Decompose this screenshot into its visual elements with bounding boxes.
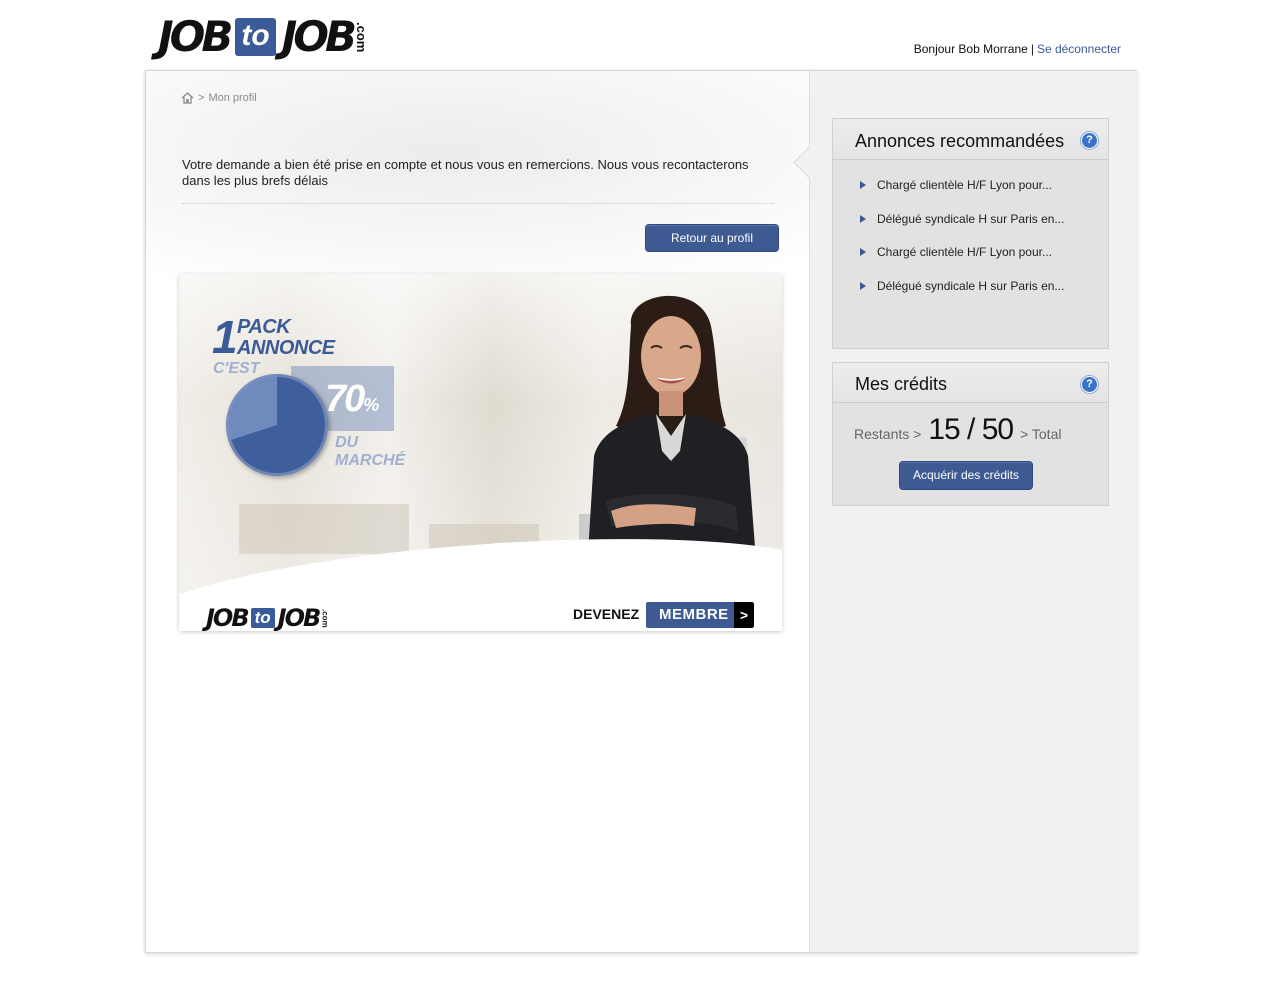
recommended-ads-title: Annonces recommandées (855, 131, 1065, 151)
site-logo[interactable]: JOB to JOB .com (158, 12, 370, 61)
main-frame: > Mon profil Votre demande a bien été pr… (145, 70, 1137, 953)
percent-sign: % (363, 395, 380, 415)
recommended-ad-item[interactable]: Délégué syndicale H sur Paris en... (860, 212, 1064, 246)
become-member-button[interactable]: MEMBRE > (646, 602, 754, 628)
percent-number: 70 (325, 378, 365, 420)
recommended-ads-header: Annonces recommandées ? (833, 119, 1108, 160)
percent-value: 70% (325, 378, 379, 421)
back-to-profile-button[interactable]: Retour au profil (645, 224, 779, 252)
cest-text: C'EST (213, 360, 260, 377)
banner-logo-job-right: JOB (277, 604, 322, 631)
breadcrumb: > Mon profil (181, 92, 257, 104)
marche-text: MARCHÉ (335, 452, 406, 469)
pack-heading: PACK ANNONCE (237, 317, 335, 359)
chevron-right-icon: > (734, 602, 754, 628)
credits-remaining-label: Restants > (854, 426, 922, 442)
pack-line-1: PACK (237, 316, 291, 338)
recommended-ads-panel: Annonces recommandées ? Chargé clientèle… (832, 118, 1109, 349)
bullet-arrow-icon (860, 181, 866, 189)
banner-logo: JOB to JOB .com (206, 604, 329, 631)
credits-panel: Mes crédits ? Restants > 15 / 50 > Total… (832, 362, 1109, 506)
logo-job-right: JOB (281, 12, 357, 61)
recommended-ad-item[interactable]: Délégué syndicale H sur Paris en... (860, 279, 1064, 313)
ad-title: Délégué syndicale H sur Paris en... (877, 211, 1065, 226)
logo-com: .com (354, 21, 370, 53)
breadcrumb-separator: > (198, 92, 205, 104)
sidebar: Annonces recommandées ? Chargé clientèle… (793, 71, 1137, 952)
logo-job-left: JOB (158, 12, 233, 61)
credits-total-label: > Total (1020, 426, 1062, 442)
recommended-ad-item[interactable]: Chargé clientèle H/F Lyon pour... (860, 178, 1064, 212)
market-share-slice (226, 374, 328, 476)
logo-to: to (235, 18, 276, 56)
pack-number: 1 (212, 311, 238, 363)
breadcrumb-current: Mon profil (208, 92, 257, 104)
credits-header: Mes crédits ? (833, 363, 1108, 403)
du-marche-text: DU MARCHÉ (335, 434, 405, 470)
ad-title: Chargé clientèle H/F Lyon pour... (877, 245, 1052, 260)
bullet-arrow-icon (860, 281, 866, 290)
banner-decor (239, 504, 409, 554)
user-bar: Bonjour Bob Morrane | Se déconnecter (914, 42, 1121, 56)
confirmation-message: Votre demande a bien été prise en compte… (182, 157, 749, 188)
bullet-arrow-icon (860, 248, 866, 257)
home-icon[interactable] (181, 92, 194, 104)
banner-logo-com: .com (320, 608, 330, 628)
credits-value: 15 / 50 (928, 413, 1014, 446)
recommended-ad-item[interactable]: Chargé clientèle H/F Lyon pour... (860, 245, 1064, 279)
du-text: DU (335, 434, 359, 451)
banner-logo-to: to (250, 608, 275, 628)
help-icon[interactable]: ? (1081, 376, 1098, 393)
credits-counter: Restants > 15 / 50 > Total (854, 413, 1061, 447)
promo-banner[interactable]: 1 PACK ANNONCE C'EST 70% DU MARCHÉ JOB t… (179, 274, 782, 631)
divider (182, 203, 774, 204)
bullet-arrow-icon (860, 214, 866, 223)
ad-title: Chargé clientèle H/F Lyon pour... (877, 178, 1052, 192)
member-label: MEMBRE (659, 606, 729, 623)
help-icon[interactable]: ? (1081, 132, 1098, 149)
credits-title: Mes crédits (855, 374, 948, 394)
buy-credits-button[interactable]: Acquérir des crédits (899, 461, 1033, 490)
userbar-separator: | (1030, 42, 1034, 56)
logout-link[interactable]: Se déconnecter (1037, 42, 1121, 56)
greeting-text: Bonjour Bob Morrane (913, 42, 1028, 56)
pack-line-2: ANNONCE (237, 337, 335, 359)
ad-title: Délégué syndicale H sur Paris en... (877, 278, 1065, 293)
main-content: > Mon profil Votre demande a bien été pr… (146, 71, 809, 952)
devenez-text: DEVENEZ (573, 606, 640, 622)
banner-logo-job-left: JOB (206, 604, 250, 631)
recommended-ads-list: Chargé clientèle H/F Lyon pour... Délégu… (860, 178, 1064, 312)
